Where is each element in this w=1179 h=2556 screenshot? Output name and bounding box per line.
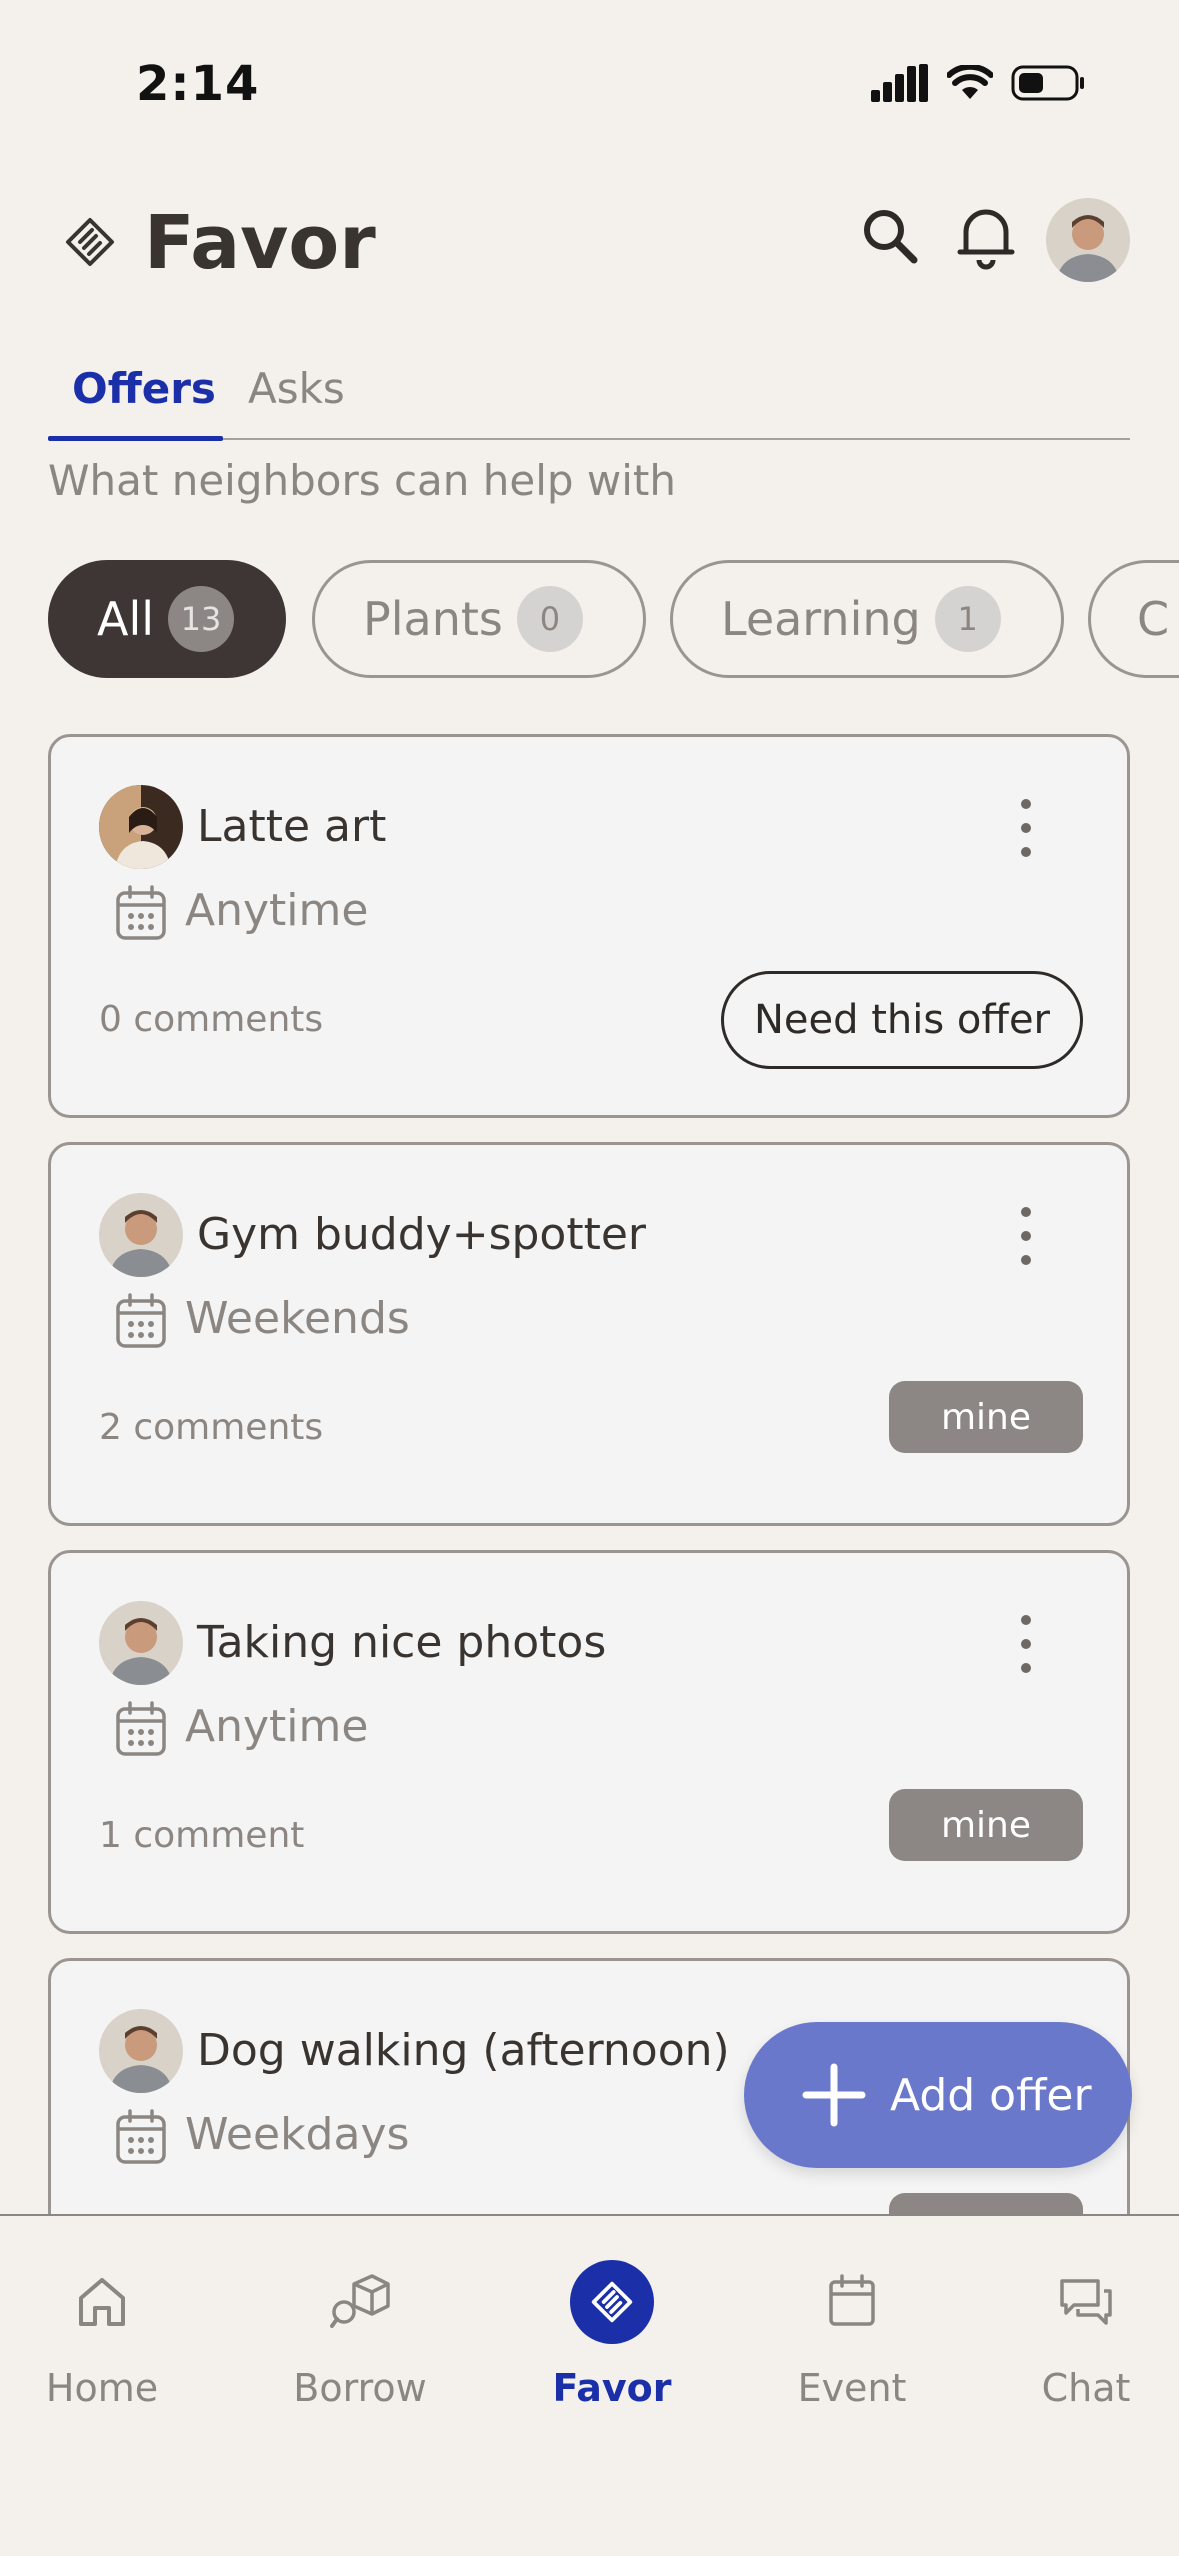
handshake-icon <box>591 2281 633 2323</box>
active-tab-indicator <box>48 436 223 441</box>
page-title: Favor <box>144 200 376 286</box>
calendar-icon <box>829 2274 875 2326</box>
offer-card[interactable]: Taking nice photos Anytime 1 comment min… <box>48 1550 1130 1934</box>
offer-card[interactable]: Gym buddy+spotter Weekends 2 comments mi… <box>48 1142 1130 1526</box>
tab-offers[interactable]: Offers <box>72 364 216 413</box>
offer-comments-count[interactable]: 1 comment <box>99 1815 304 1856</box>
calendar-icon <box>116 1701 166 1756</box>
nav-item-chat[interactable]: Chat <box>986 2266 1179 2410</box>
more-options-icon[interactable] <box>1011 1203 1041 1269</box>
tab-asks[interactable]: Asks <box>248 364 345 413</box>
offer-comments-count[interactable]: 0 comments <box>99 999 323 1040</box>
offer-availability: Weekdays <box>185 2109 410 2160</box>
nav-item-home[interactable]: Home <box>2 2266 202 2410</box>
nav-label: Chat <box>1041 2366 1131 2410</box>
filter-chip-count: 0 <box>516 586 583 652</box>
mine-badge: mine <box>889 1789 1083 1861</box>
filter-chip-learning[interactable]: Learning 1 <box>670 560 1064 678</box>
nav-label: Favor <box>552 2366 672 2410</box>
calendar-icon <box>116 2109 166 2164</box>
filter-chip-label: Learning <box>721 592 921 646</box>
offer-title: Gym buddy+spotter <box>197 1209 647 1260</box>
filter-chip-count: 1 <box>934 586 1001 652</box>
status-time: 2:14 <box>136 56 260 112</box>
offer-comments-count[interactable]: 2 comments <box>99 1407 323 1448</box>
user-avatar[interactable] <box>1046 198 1130 282</box>
nav-label: Borrow <box>293 2366 427 2410</box>
handshake-logo-icon <box>66 218 114 266</box>
add-offer-label: Add offer <box>890 2069 1092 2121</box>
filter-chip-all[interactable]: All 13 <box>48 560 286 678</box>
filter-chip-label: All <box>97 592 155 646</box>
bell-icon[interactable] <box>952 202 1020 270</box>
app-header: Favor <box>0 180 1179 300</box>
nav-label: Event <box>797 2366 907 2410</box>
offer-author-avatar <box>99 2009 183 2093</box>
more-options-icon[interactable] <box>1011 795 1041 861</box>
offer-title: Taking nice photos <box>197 1617 607 1668</box>
status-bar: 2:14 <box>0 0 1179 150</box>
mine-badge: mine <box>889 2193 1083 2214</box>
home-icon <box>79 2278 125 2326</box>
battery-icon <box>1011 65 1084 101</box>
cellular-signal-icon <box>871 64 928 102</box>
filter-chip-count: 13 <box>168 586 235 652</box>
offer-author-avatar <box>99 1601 183 1685</box>
plus-icon <box>802 2063 866 2127</box>
need-this-offer-button[interactable]: Need this offer <box>721 971 1083 1069</box>
offer-title: Dog walking (afternoon) <box>197 2025 730 2076</box>
filter-chip-label: Plants <box>363 592 503 646</box>
section-subtitle: What neighbors can help with <box>48 456 677 505</box>
filter-chip-label: C <box>1137 592 1170 646</box>
offer-availability: Anytime <box>185 885 369 936</box>
calendar-icon <box>116 885 166 940</box>
bottom-navigation: Home Borrow Favor Event Chat <box>0 2214 1179 2556</box>
calendar-icon <box>116 1293 166 1348</box>
mine-badge: mine <box>889 1381 1083 1453</box>
filter-chip-partial[interactable]: C <box>1088 560 1179 678</box>
nav-item-borrow[interactable]: Borrow <box>260 2266 460 2410</box>
add-offer-button[interactable]: Add offer <box>744 2022 1132 2168</box>
box-search-icon <box>330 2274 390 2328</box>
status-icons <box>871 64 1087 102</box>
offer-availability: Weekends <box>185 1293 410 1344</box>
offer-author-avatar <box>99 1193 183 1277</box>
offer-list: Latte art Anytime 0 comments Need this o… <box>48 734 1130 2214</box>
nav-label: Home <box>45 2366 159 2410</box>
offer-author-avatar <box>99 785 183 869</box>
offer-availability: Anytime <box>185 1701 369 1752</box>
offers-asks-tabs: Offers Asks <box>48 356 1130 441</box>
wifi-icon <box>947 65 993 99</box>
offer-title: Latte art <box>197 801 387 852</box>
offer-card[interactable]: Latte art Anytime 0 comments Need this o… <box>48 734 1130 1118</box>
search-icon[interactable] <box>858 204 922 268</box>
filter-chip-plants[interactable]: Plants 0 <box>312 560 646 678</box>
chat-bubbles-icon <box>1060 2279 1112 2325</box>
category-filters: All 13 Plants 0 Learning 1 C <box>48 560 1179 680</box>
more-options-icon[interactable] <box>1011 1611 1041 1677</box>
nav-item-favor[interactable]: Favor <box>512 2260 712 2410</box>
nav-item-event[interactable]: Event <box>752 2266 952 2410</box>
